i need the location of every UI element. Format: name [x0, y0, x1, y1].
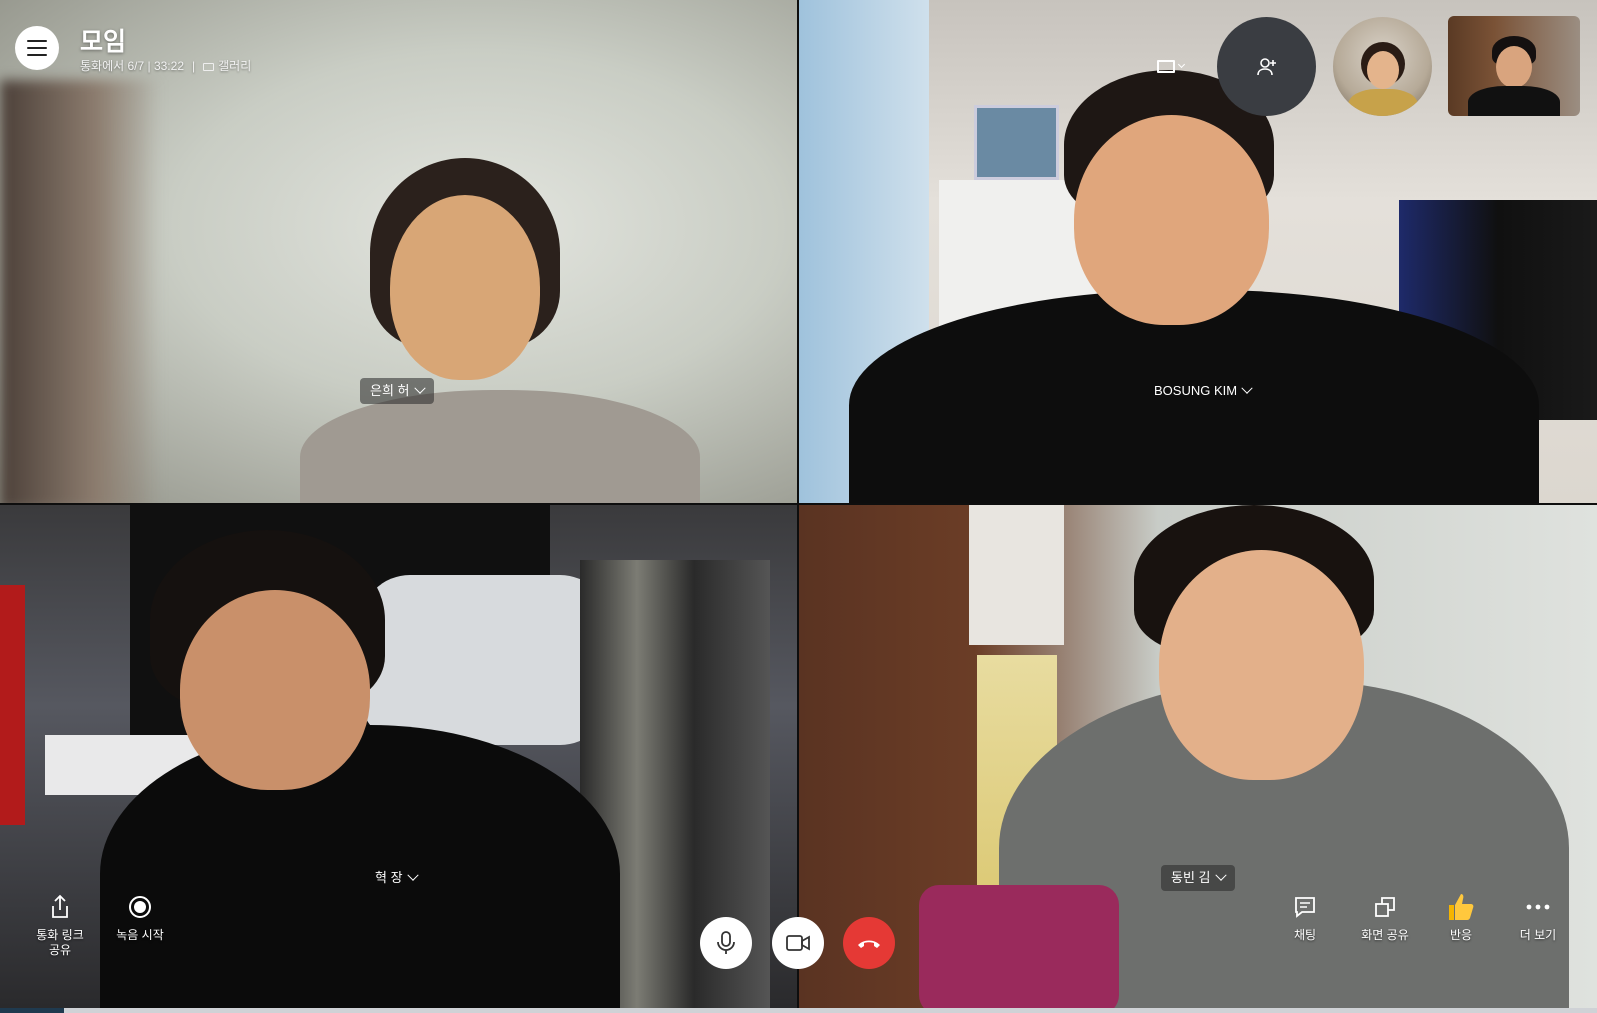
call-progress-fill: [0, 1008, 64, 1013]
person-face: [1074, 115, 1269, 325]
record-icon: [128, 892, 152, 922]
storage-box: [974, 105, 1059, 180]
hamburger-line: [27, 47, 47, 49]
thumbnail-face: [1367, 51, 1399, 89]
layout-button[interactable]: [1157, 56, 1193, 76]
thumbnail-body: [1468, 86, 1560, 116]
react-button[interactable]: 반응: [1438, 892, 1484, 943]
chat-label: 채팅: [1293, 928, 1317, 942]
more-button[interactable]: 더 보기: [1510, 892, 1566, 943]
microphone-icon: [717, 931, 735, 954]
participant-name: BOSUNG KIM: [1154, 383, 1238, 398]
video-camera-icon: [786, 935, 810, 951]
fullscreen-frame-icon: [1157, 59, 1175, 73]
mic-toggle-button[interactable]: [700, 917, 752, 969]
chat-button[interactable]: 채팅: [1282, 892, 1328, 943]
wall-panel: [969, 505, 1064, 645]
gallery-icon: [203, 62, 215, 71]
call-progress-track: [0, 1008, 1597, 1013]
person-face: [180, 590, 370, 790]
chevron-down-icon: [406, 869, 419, 881]
video-toggle-button[interactable]: [772, 917, 824, 969]
chat-icon: [1293, 892, 1317, 922]
more-label: 더 보기: [1519, 928, 1557, 942]
hamburger-menu-icon: [27, 40, 47, 42]
call-status: 통화에서 6/7 | 33:22 | 갤러리: [80, 57, 251, 74]
call-status-text: 통화에서 6/7 | 33:22: [80, 59, 184, 73]
thumbnail-body: [1348, 89, 1418, 116]
participant-name: 혁 장: [375, 870, 403, 885]
record-label: 녹음 시작: [116, 928, 164, 942]
react-label: 반응: [1449, 928, 1473, 942]
more-dots-icon: [1526, 892, 1550, 922]
person-body: [100, 725, 620, 1008]
participant-name-tag[interactable]: 혁 장: [365, 865, 427, 891]
menu-button[interactable]: [15, 26, 59, 70]
participant-thumbnail[interactable]: [1333, 17, 1432, 116]
view-mode-toggle[interactable]: 갤러리: [203, 57, 251, 74]
record-button[interactable]: 녹음 시작: [108, 892, 172, 943]
chevron-down-icon: [1214, 869, 1227, 881]
screen-share-label: 화면 공유: [1361, 928, 1409, 942]
participant-name: 은희 허: [370, 383, 410, 398]
thumbs-up-icon: [1445, 892, 1477, 922]
participant-name: 동빈 김: [1171, 870, 1211, 885]
add-person-icon: [1256, 57, 1276, 75]
chevron-down-icon: [1241, 382, 1253, 394]
participant-name-tag[interactable]: 은희 허: [360, 378, 434, 404]
share-link-label: 통화 링크 공유: [36, 928, 84, 957]
red-jacket: [0, 585, 25, 825]
screen-share-icon: [1373, 892, 1397, 922]
end-call-button[interactable]: [843, 917, 895, 969]
blurred-foreground: [0, 80, 160, 503]
hang-up-icon: [858, 940, 880, 948]
video-grid: 은희 허 BOSUNG KIM 혁 장 동빈 김: [0, 0, 1597, 1008]
share-link-button[interactable]: 통화 링크 공유: [28, 892, 92, 958]
share-icon: [49, 892, 71, 922]
hamburger-line: [27, 54, 47, 56]
screen-share-button[interactable]: 화면 공유: [1353, 892, 1417, 943]
person-face: [1159, 550, 1364, 780]
separator: |: [192, 58, 196, 73]
chevron-down-icon: [413, 382, 426, 394]
person-face: [390, 195, 540, 380]
participant-name-tag[interactable]: BOSUNG KIM: [1144, 378, 1261, 404]
self-view-thumbnail[interactable]: [1448, 16, 1580, 116]
cushion: [360, 575, 610, 745]
view-mode-label: 갤러리: [218, 59, 252, 73]
chevron-down-icon: [1177, 60, 1186, 69]
pink-towel: [919, 885, 1119, 1008]
video-tile-1[interactable]: 은희 허: [0, 0, 797, 503]
call-title: 모임: [80, 28, 127, 56]
thumbnail-face: [1496, 46, 1532, 88]
participant-name-tag[interactable]: 동빈 김: [1161, 865, 1235, 891]
add-participant-button[interactable]: [1217, 17, 1316, 116]
